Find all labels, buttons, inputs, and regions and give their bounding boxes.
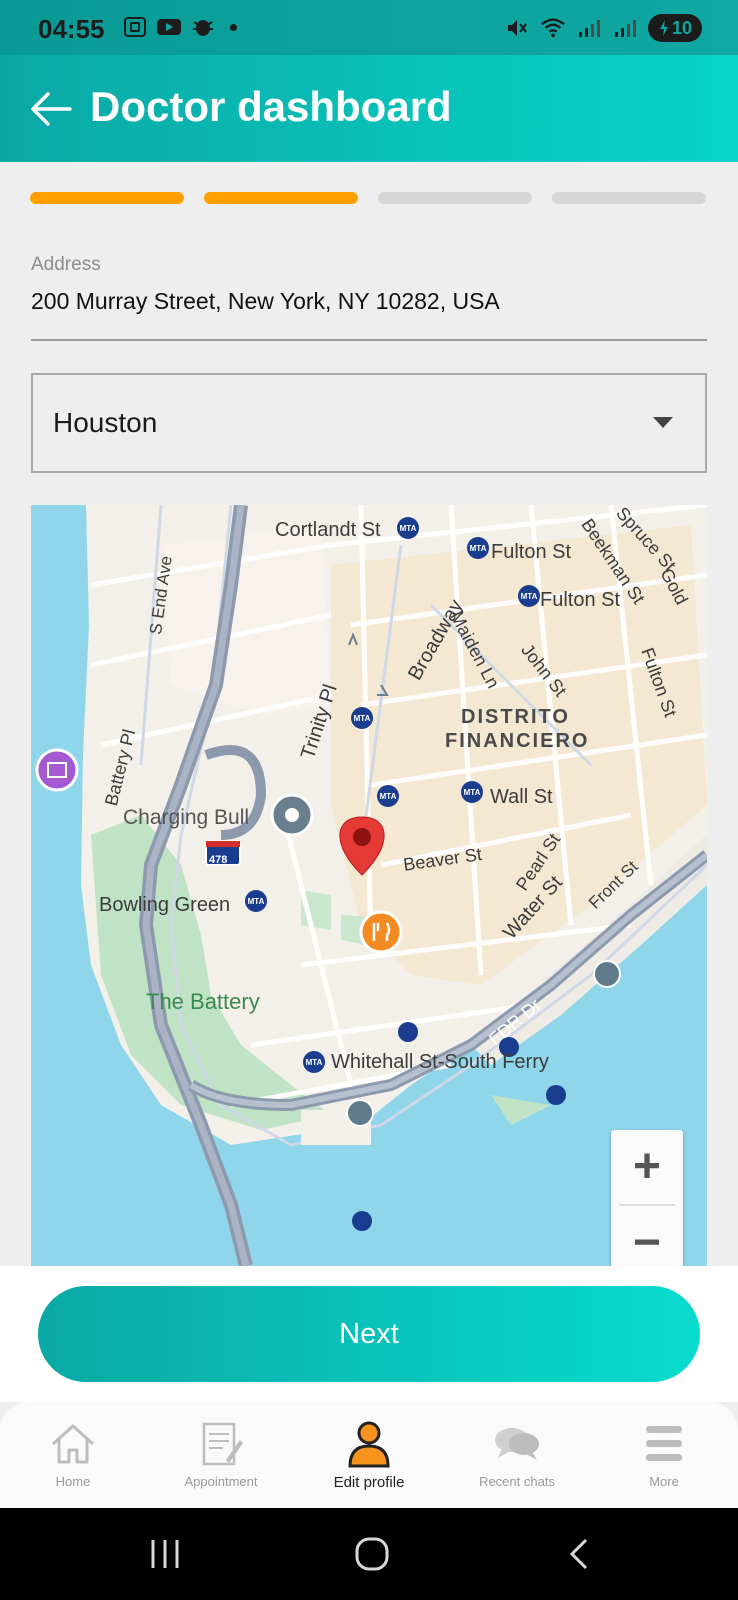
svg-text:MTA: MTA [464, 788, 481, 797]
svg-text:MTA: MTA [306, 1058, 323, 1067]
status-system-icons: 10 [504, 14, 702, 42]
progress-step-2 [204, 192, 358, 204]
map-label-bowling-green: Bowling Green [99, 894, 231, 916]
map-zoom-controls: + − [611, 1130, 683, 1266]
svg-text:MTA: MTA [521, 592, 538, 601]
menu-icon [646, 1426, 682, 1461]
address-label: Address [31, 254, 101, 275]
nav-label-more: More [649, 1474, 679, 1489]
svg-text:MTA: MTA [380, 792, 397, 801]
step-progress [30, 192, 706, 204]
wifi-icon [540, 17, 566, 39]
action-panel: Next [0, 1266, 738, 1402]
highway-478-shield-label: 478 [209, 854, 228, 866]
zoom-in-button[interactable]: + [611, 1130, 683, 1202]
nav-label-appointment: Appointment [184, 1474, 258, 1489]
nav-item-home[interactable]: Home [3, 1420, 143, 1500]
mute-icon [504, 17, 530, 39]
city-selected-value: Houston [53, 407, 158, 438]
status-bar: 04:55 10 [0, 0, 738, 55]
system-back-button[interactable] [560, 1536, 600, 1572]
map-label-whitehall: Whitehall St-South Ferry [331, 1051, 549, 1073]
signal-icon [576, 17, 602, 39]
nav-label-recent-chats: Recent chats [479, 1474, 555, 1489]
svg-text:MTA: MTA [470, 544, 487, 553]
progress-step-1 [30, 192, 184, 204]
progress-step-4 [552, 192, 706, 204]
nav-label-edit-profile: Edit profile [333, 1474, 405, 1491]
zoom-out-button[interactable]: − [611, 1206, 683, 1267]
battery-level: 10 [671, 17, 693, 38]
nav-item-recent-chats[interactable]: Recent chats [447, 1420, 587, 1500]
charging-icon [659, 20, 668, 36]
home-icon [51, 1424, 95, 1464]
next-button[interactable]: Next [38, 1286, 700, 1382]
map-label-district-2: FINANCIERO [445, 730, 590, 752]
arrow-left-icon [31, 92, 72, 126]
progress-step-3 [378, 192, 532, 204]
appointment-icon [202, 1422, 243, 1466]
person-icon [348, 1421, 390, 1468]
battery-indicator: 10 [648, 14, 702, 42]
nav-item-more[interactable]: More [594, 1420, 734, 1500]
screenshot-icon [122, 16, 148, 38]
back-button[interactable] [28, 89, 74, 129]
svg-text:MTA: MTA [354, 714, 371, 723]
signal-icon [612, 17, 638, 39]
address-underline [31, 339, 707, 341]
svg-text:MTA: MTA [400, 524, 417, 533]
map-view[interactable]: MTA MTA MTA MTA MTA MTA MTA MTA Cortlandt St … [31, 505, 707, 1266]
chat-icon [495, 1428, 539, 1460]
dropdown-caret-icon [653, 417, 673, 428]
home-button[interactable] [352, 1536, 392, 1572]
youtube-icon [156, 16, 182, 38]
map-label-the-battery: The Battery [146, 989, 260, 1014]
more-notifications-dot [230, 23, 237, 31]
map-label-charging-bull: Charging Bull [123, 806, 250, 829]
city-dropdown[interactable]: Houston [31, 373, 707, 473]
map-label-wall-st: Wall St [490, 786, 553, 808]
system-navigation-bar [0, 1508, 738, 1600]
map-label-fulton-1: Fulton St [491, 541, 572, 563]
bug-icon [190, 16, 216, 38]
svg-text:MTA: MTA [248, 897, 265, 906]
map-label-cortlandt: Cortlandt St [275, 519, 381, 541]
status-notification-icons [122, 16, 237, 38]
nav-item-appointment[interactable]: Appointment [151, 1420, 291, 1500]
map-label-district-1: DISTRITO [461, 706, 570, 728]
nav-label-home: Home [55, 1474, 91, 1489]
app-bar: Doctor dashboard [0, 55, 738, 162]
status-time: 04:55 [38, 14, 105, 44]
bottom-navigation: Home Appointment Edit profile Recent cha… [0, 1402, 738, 1508]
recent-apps-button[interactable] [145, 1536, 185, 1572]
map-label-fulton-2: Fulton St [540, 589, 621, 611]
address-field[interactable]: 200 Murray Street, New York, NY 10282, U… [31, 288, 500, 315]
page-title: Doctor dashboard [90, 83, 452, 130]
nav-item-edit-profile[interactable]: Edit profile [299, 1420, 439, 1500]
